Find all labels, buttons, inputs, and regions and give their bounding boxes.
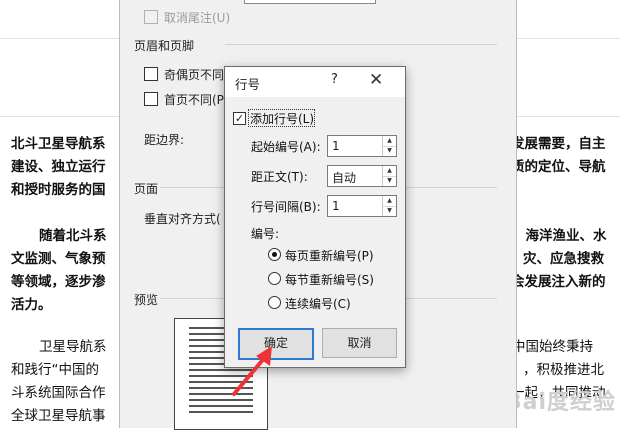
- add-line-numbers-checkbox[interactable]: ✓: [233, 112, 246, 125]
- first-page-label: 首页不同(P: [164, 93, 224, 107]
- restart-each-section-radio[interactable]: [268, 272, 281, 285]
- from-edge-label: 距边界:: [144, 133, 185, 147]
- numbering-label: 编号:: [251, 227, 280, 241]
- continuous-radio[interactable]: [268, 296, 281, 309]
- from-text-label: 距正文(T):: [251, 170, 308, 184]
- spin-down-icon[interactable]: ▼: [383, 206, 396, 216]
- spin-down-icon[interactable]: ▼: [383, 146, 396, 156]
- spinner-buttons[interactable]: ▲ ▼: [382, 196, 396, 216]
- odd-even-checkbox[interactable]: [144, 67, 158, 81]
- dialog-titlebar: 行号 ? ✕: [225, 67, 405, 97]
- restart-each-page-label: 每页重新编号(P): [285, 249, 374, 263]
- start-at-value: 1: [332, 139, 340, 153]
- add-line-numbers-label: 添加行号(L): [250, 112, 315, 126]
- count-by-value: 1: [332, 199, 340, 213]
- spinner-buttons[interactable]: ▲ ▼: [382, 136, 396, 156]
- annotation-arrow-icon: [232, 346, 272, 396]
- preview-heading: 预览: [134, 293, 159, 307]
- first-page-checkbox[interactable]: [144, 92, 158, 106]
- line-numbers-dialog: 行号 ? ✕ ✓ 添加行号(L) 起始编号(A): 1 ▲ ▼ 距正文(T): …: [224, 66, 406, 368]
- from-text-spinner[interactable]: 自动 ▲ ▼: [327, 165, 397, 187]
- spin-down-icon[interactable]: ▼: [383, 176, 396, 186]
- page-heading: 页面: [134, 182, 159, 196]
- cancel-button[interactable]: 取消: [322, 328, 397, 358]
- spinner-buttons[interactable]: ▲ ▼: [382, 166, 396, 186]
- vertical-align-label: 垂直对齐方式(: [144, 212, 221, 226]
- dropdown-stub[interactable]: [244, 0, 376, 4]
- help-icon[interactable]: ?: [331, 72, 338, 87]
- dialog-title: 行号: [235, 77, 261, 92]
- count-by-label: 行号间隔(B):: [251, 200, 321, 214]
- cancel-endnote-checkbox[interactable]: [144, 10, 158, 24]
- continuous-label: 连续编号(C): [285, 297, 351, 311]
- watermark-logo: Bai度经验: [504, 390, 616, 415]
- from-text-value: 自动: [332, 171, 357, 185]
- count-by-spinner[interactable]: 1 ▲ ▼: [327, 195, 397, 217]
- start-at-spinner[interactable]: 1 ▲ ▼: [327, 135, 397, 157]
- restart-each-section-label: 每节重新编号(S): [285, 273, 374, 287]
- close-icon[interactable]: ✕: [369, 70, 383, 90]
- cancel-endnote-label: 取消尾注(U): [164, 11, 231, 25]
- odd-even-label: 奇偶页不同(: [164, 68, 229, 82]
- separator: [225, 44, 497, 45]
- restart-each-page-radio[interactable]: [268, 248, 281, 261]
- start-at-label: 起始编号(A):: [251, 140, 321, 154]
- header-footer-heading: 页眉和页脚: [134, 39, 195, 53]
